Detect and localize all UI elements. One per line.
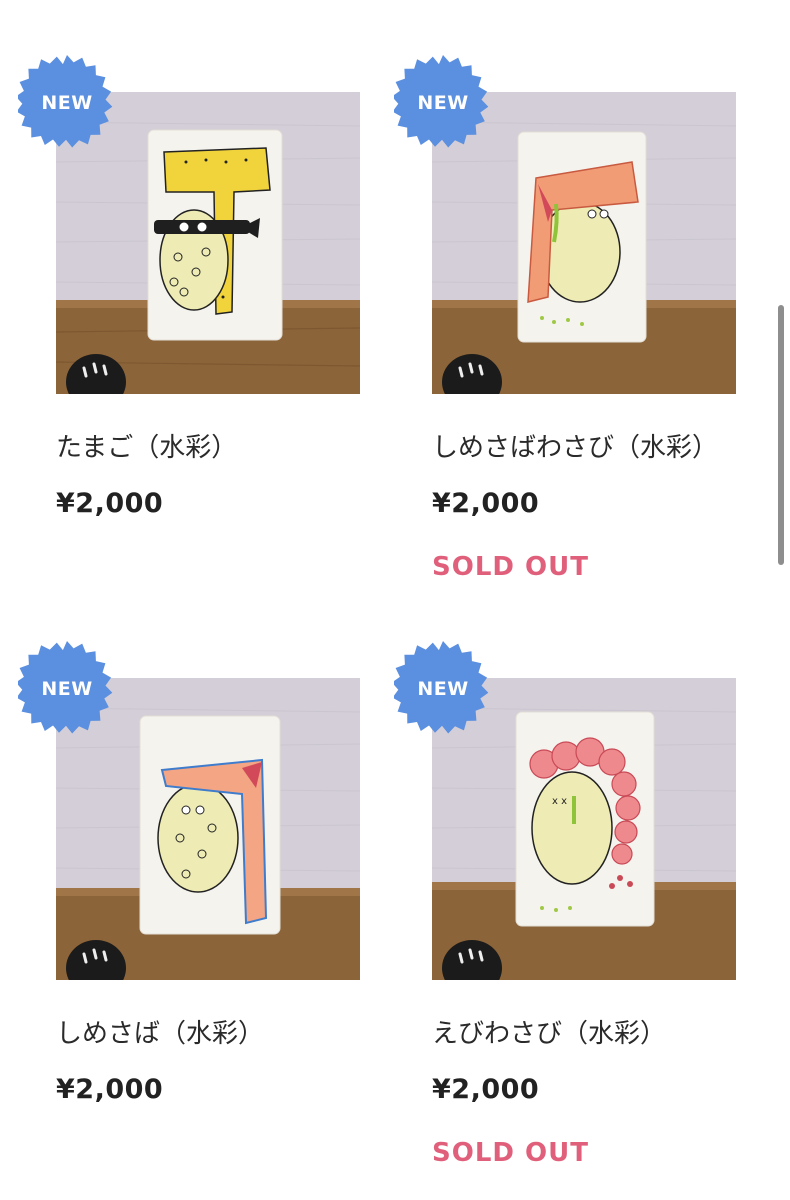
product-card: x x NEW えびわさび（水彩） ¥2,000 SOLD OUT (391, 641, 736, 1168)
product-title[interactable]: しめさば（水彩） (56, 1013, 264, 1050)
product-title[interactable]: たまご（水彩） (56, 427, 237, 464)
product-title[interactable]: しめさばわさび（水彩） (432, 427, 718, 464)
product-card: NEW たまご（水彩） ¥2,000 (15, 55, 360, 519)
new-badge-label: NEW (41, 678, 93, 700)
product-price: ¥2,000 (56, 488, 164, 519)
vertical-scrollbar[interactable] (778, 305, 784, 565)
new-badge-label: NEW (41, 92, 93, 114)
new-badge-label: NEW (417, 92, 469, 114)
product-card: NEW しめさば（水彩） ¥2,000 (15, 641, 360, 1105)
product-link-shimesaba[interactable]: NEW しめさば（水彩） ¥2,000 (15, 641, 360, 1105)
product-grid-page: NEW たまご（水彩） ¥2,000 NEW しめさばわさび（水彩） ¥2,00… (0, 0, 790, 1200)
product-link-tamago[interactable]: NEW たまご（水彩） ¥2,000 (15, 55, 360, 519)
product-price: ¥2,000 (432, 488, 540, 519)
new-badge: NEW (15, 54, 116, 152)
new-badge: NEW (15, 640, 116, 738)
product-card: NEW しめさばわさび（水彩） ¥2,000 SOLD OUT (391, 55, 736, 582)
new-badge-label: NEW (417, 678, 469, 700)
sold-out-label: SOLD OUT (432, 552, 589, 582)
new-badge: NEW (391, 640, 492, 738)
product-price: ¥2,000 (432, 1074, 540, 1105)
new-badge: NEW (391, 54, 492, 152)
product-link-shimesaba-wasabi[interactable]: NEW しめさばわさび（水彩） ¥2,000 SOLD OUT (391, 55, 736, 582)
product-price: ¥2,000 (56, 1074, 164, 1105)
sold-out-label: SOLD OUT (432, 1138, 589, 1168)
product-title[interactable]: えびわさび（水彩） (432, 1013, 666, 1050)
svg-text:x x: x x (552, 796, 567, 807)
product-link-ebi-wasabi[interactable]: x x NEW えびわさび（水彩） ¥2,000 SOLD OUT (391, 641, 736, 1168)
